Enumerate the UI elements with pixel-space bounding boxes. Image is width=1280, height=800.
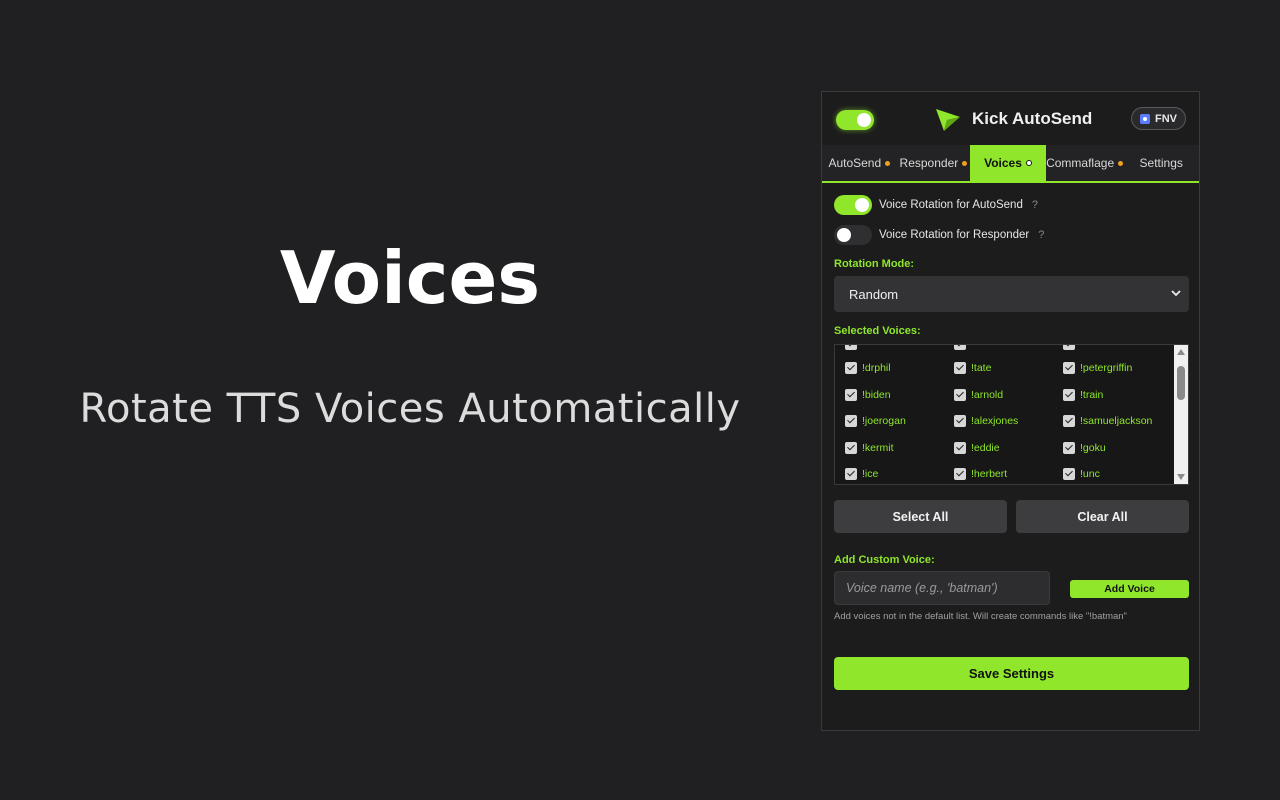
voice-option[interactable]: !samueljackson xyxy=(1063,415,1152,427)
tab-voices[interactable]: Voices xyxy=(970,145,1046,181)
voice-option[interactable]: !alexjones xyxy=(954,415,1018,427)
paper-plane-icon xyxy=(936,109,960,131)
tab-commaflage[interactable]: Commaflage xyxy=(1046,145,1124,181)
autosend-rotation-toggle[interactable] xyxy=(834,195,872,215)
custom-voice-input[interactable] xyxy=(834,571,1050,605)
voice-checkbox[interactable] xyxy=(1063,468,1075,480)
autosend-rotation-row: Voice Rotation for AutoSend ? xyxy=(834,195,1038,215)
tab-settings[interactable]: Settings xyxy=(1123,145,1199,181)
voice-checkbox[interactable] xyxy=(845,362,857,374)
voice-checkbox[interactable] xyxy=(1063,415,1075,427)
voice-option[interactable]: !biden xyxy=(845,388,891,401)
master-enable-toggle[interactable] xyxy=(836,110,874,130)
tab-label: Settings xyxy=(1139,156,1183,170)
clear-all-button[interactable]: Clear All xyxy=(1016,500,1189,533)
tab-bar: AutoSend Responder Voices Commaflage Set… xyxy=(822,145,1199,183)
voice-checkbox[interactable] xyxy=(845,388,857,401)
tab-label: AutoSend xyxy=(828,156,882,170)
voices-list[interactable]: !drphil !tate !petergriffin !biden !arnold !t… xyxy=(834,344,1189,485)
rotation-mode-select[interactable]: Random xyxy=(834,276,1189,312)
tab-autosend[interactable]: AutoSend xyxy=(822,145,897,181)
voice-checkbox[interactable] xyxy=(954,345,966,350)
help-icon[interactable]: ? xyxy=(1038,229,1044,241)
scroll-down-icon[interactable] xyxy=(1177,474,1185,480)
voice-option[interactable]: !eddie xyxy=(954,441,1000,454)
voice-checkbox[interactable] xyxy=(845,415,857,427)
voice-label: !kermit xyxy=(862,441,894,454)
voice-option[interactable]: !tate xyxy=(954,362,991,374)
voice-option[interactable]: !train xyxy=(1063,388,1104,401)
add-custom-voice-label: Add Custom Voice: xyxy=(834,554,935,566)
voice-label: !biden xyxy=(862,388,891,401)
voice-option[interactable]: !joerogan xyxy=(845,415,906,427)
scroll-thumb[interactable] xyxy=(1177,366,1185,400)
app-title: Kick AutoSend xyxy=(972,109,1093,128)
selected-voices-label: Selected Voices: xyxy=(834,325,921,337)
voice-checkbox[interactable] xyxy=(1063,362,1075,374)
help-icon[interactable]: ? xyxy=(1032,199,1038,211)
voice-option[interactable]: !unc xyxy=(1063,468,1100,480)
status-dot xyxy=(962,160,968,166)
brand: Kick AutoSend xyxy=(934,106,1092,132)
voice-label: !tate xyxy=(971,362,992,374)
tab-label: Responder xyxy=(899,156,959,170)
voice-label: !ice xyxy=(862,468,879,480)
voice-option[interactable]: !kermit xyxy=(845,441,894,454)
voice-checkbox[interactable] xyxy=(1063,345,1075,350)
voice-label: !joerogan xyxy=(862,415,906,427)
voice-checkbox[interactable] xyxy=(1063,388,1075,401)
voice-checkbox[interactable] xyxy=(845,345,857,350)
custom-voice-hint: Add voices not in the default list. Will… xyxy=(834,611,1127,622)
voice-option[interactable]: !ice xyxy=(845,468,878,480)
voice-option[interactable]: !herbert xyxy=(954,468,1007,480)
chevron-down-icon xyxy=(1171,290,1181,297)
extension-popup: Kick AutoSend FNV AutoSend Responder Voi… xyxy=(821,91,1200,731)
status-dot xyxy=(1118,160,1124,166)
voice-label: !drphil xyxy=(862,362,891,374)
voice-checkbox[interactable] xyxy=(954,415,966,427)
popup-header: Kick AutoSend FNV xyxy=(822,92,1199,144)
voice-checkbox[interactable] xyxy=(954,441,966,454)
save-settings-button[interactable]: Save Settings xyxy=(834,657,1189,690)
responder-rotation-row: Voice Rotation for Responder ? xyxy=(834,225,1044,245)
hero-subtitle: Rotate TTS Voices Automatically xyxy=(79,386,741,432)
rotation-mode-label: Rotation Mode: xyxy=(834,258,915,270)
voice-option[interactable]: !petergriffin xyxy=(1063,362,1132,374)
voice-checkbox[interactable] xyxy=(954,388,966,401)
voice-checkbox[interactable] xyxy=(954,468,966,480)
voice-option[interactable]: !arnold xyxy=(954,388,1004,401)
status-dot xyxy=(885,160,891,166)
voice-label: !unc xyxy=(1080,468,1100,480)
tab-label: Commaflage xyxy=(1046,156,1115,170)
voice-checkbox[interactable] xyxy=(1063,441,1075,454)
voice-label: !goku xyxy=(1080,441,1106,454)
voice-label: !arnold xyxy=(971,388,1004,401)
scroll-up-icon[interactable] xyxy=(1177,349,1185,355)
user-icon xyxy=(1140,113,1150,124)
voice-checkbox[interactable] xyxy=(845,441,857,454)
voice-label: !samueljackson xyxy=(1080,415,1153,427)
voice-label: !train xyxy=(1080,388,1104,401)
user-badge[interactable]: FNV xyxy=(1131,107,1186,130)
voices-scrollbar[interactable] xyxy=(1174,345,1188,484)
voice-option[interactable]: !goku xyxy=(1063,441,1106,454)
tab-label: Voices xyxy=(984,156,1022,170)
responder-rotation-label: Voice Rotation for Responder xyxy=(879,229,1030,241)
voice-option[interactable]: !drphil xyxy=(845,362,891,374)
voice-label: !eddie xyxy=(971,441,1000,454)
user-badge-label: FNV xyxy=(1155,112,1177,125)
voice-label: !alexjones xyxy=(971,415,1019,427)
voice-label: !herbert xyxy=(971,468,1008,480)
responder-rotation-toggle[interactable] xyxy=(834,225,872,245)
tab-responder[interactable]: Responder xyxy=(897,145,971,181)
voice-checkbox[interactable] xyxy=(954,362,966,374)
autosend-rotation-label: Voice Rotation for AutoSend xyxy=(879,199,1023,211)
voice-checkbox[interactable] xyxy=(845,468,857,480)
status-dot xyxy=(1025,160,1032,166)
add-voice-button[interactable]: Add Voice xyxy=(1070,580,1189,598)
select-all-button[interactable]: Select All xyxy=(834,500,1007,533)
hero-title: Voices xyxy=(279,236,541,320)
voice-label: !petergriffin xyxy=(1080,362,1133,374)
rotation-mode-value: Random xyxy=(849,286,899,302)
